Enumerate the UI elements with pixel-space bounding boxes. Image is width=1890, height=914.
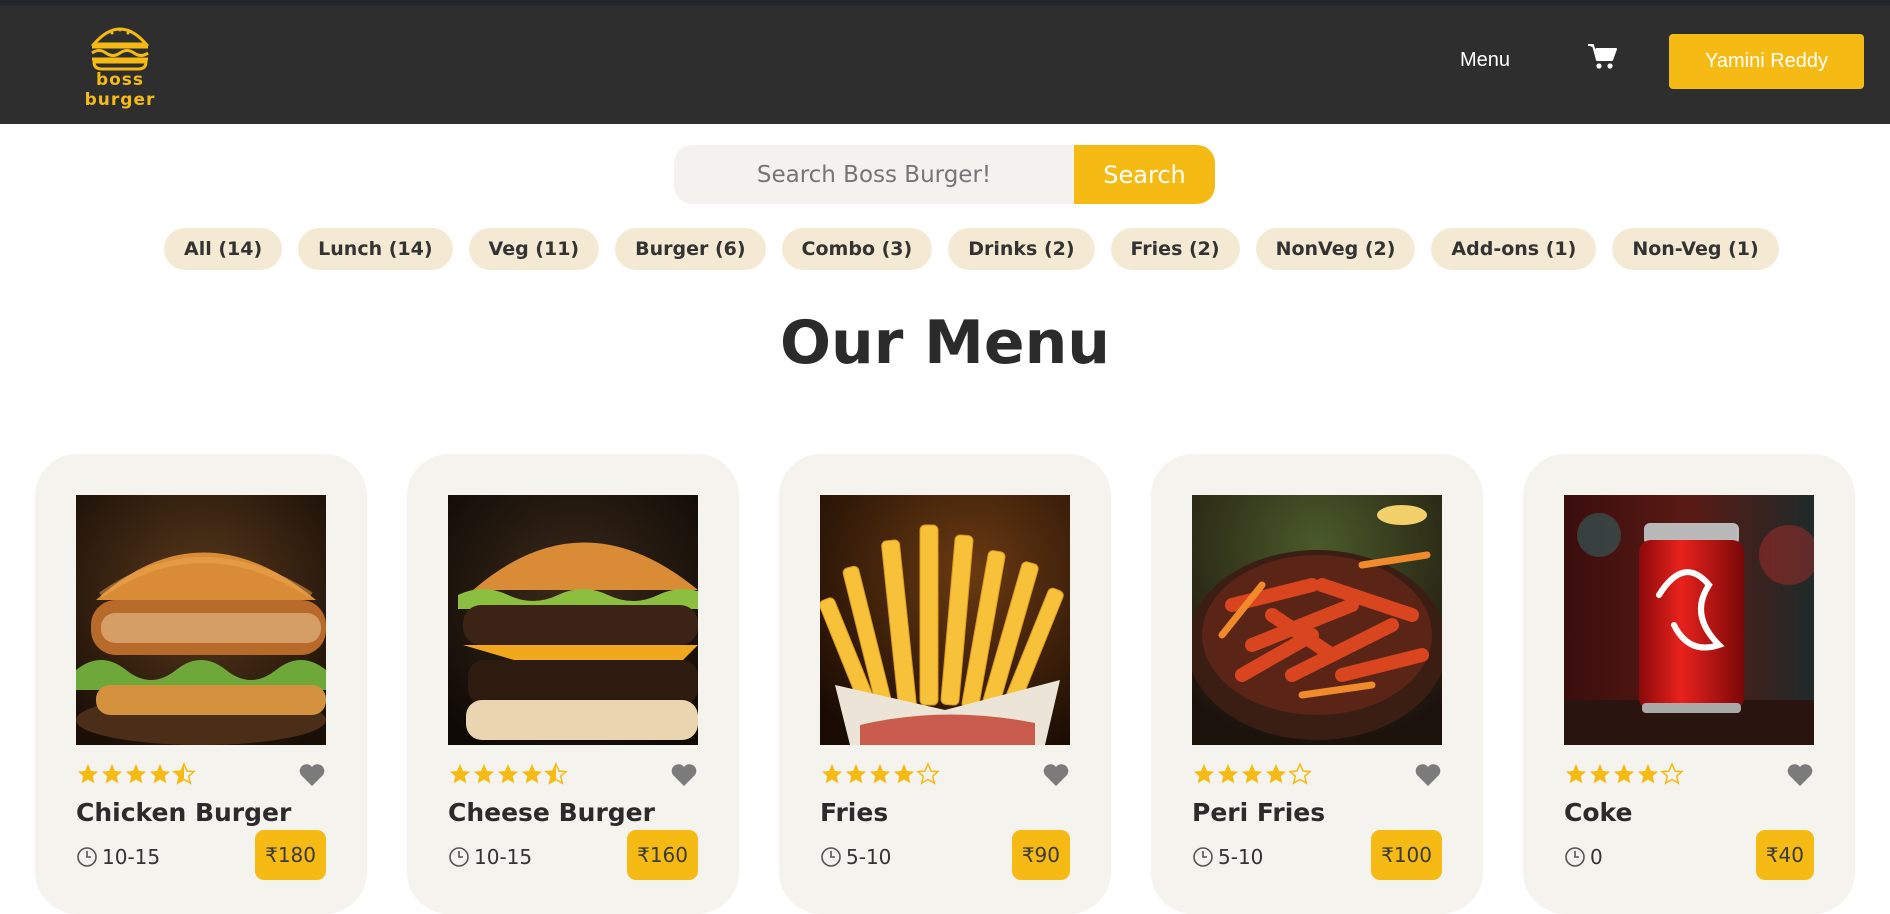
cart-icon[interactable] <box>1586 40 1618 72</box>
logo-text: boss burger <box>84 70 156 110</box>
filter-chips: All (14) Lunch (14) Veg (11) Burger (6) … <box>164 228 1779 270</box>
menu-card[interactable]: Cheese Burger 10-15 ₹160 <box>407 454 739 914</box>
menu-grid: Chicken Burger 10-15 ₹180 Cheese Burger … <box>35 454 1855 914</box>
favorite-heart-icon[interactable] <box>1786 762 1814 788</box>
rating-stars <box>76 762 196 786</box>
rating-stars <box>1564 762 1684 786</box>
star-rating-icon <box>450 762 568 785</box>
favorite-heart-icon[interactable] <box>1414 762 1442 788</box>
menu-card[interactable]: Fries 5-10 ₹90 <box>779 454 1111 914</box>
clock-icon <box>77 847 97 867</box>
menu-card[interactable]: Chicken Burger 10-15 ₹180 <box>35 454 367 914</box>
star-rating-icon <box>1194 762 1312 785</box>
food-image-cheese-burger <box>448 495 698 745</box>
header: boss burger Menu Yamini Reddy <box>0 6 1890 124</box>
food-image-peri-fries <box>1192 495 1442 745</box>
filter-chip-fries[interactable]: Fries (2) <box>1110 228 1240 270</box>
filter-chip-burger[interactable]: Burger (6) <box>615 228 766 270</box>
prep-time: 5-10 <box>1192 842 1263 872</box>
search-bar: Search <box>674 145 1215 204</box>
price-badge[interactable]: ₹100 <box>1371 830 1442 880</box>
rating-stars <box>1192 762 1312 786</box>
favorite-heart-icon[interactable] <box>298 762 326 788</box>
item-name: Coke <box>1564 798 1633 827</box>
star-rating-icon <box>1566 762 1684 785</box>
prep-time-value: 10-15 <box>474 845 533 869</box>
prep-time: 10-15 <box>448 842 532 872</box>
item-name: Peri Fries <box>1192 798 1326 827</box>
price-badge[interactable]: ₹180 <box>255 830 326 880</box>
search-button[interactable]: Search <box>1074 145 1215 204</box>
filter-chip-non-veg[interactable]: Non-Veg (1) <box>1612 228 1779 270</box>
prep-time: 10-15 <box>76 842 160 872</box>
price-badge[interactable]: ₹160 <box>627 830 698 880</box>
favorite-heart-icon[interactable] <box>670 762 698 788</box>
prep-time-value: 5-10 <box>1218 845 1264 869</box>
filter-chip-lunch[interactable]: Lunch (14) <box>298 228 453 270</box>
menu-card[interactable]: Coke 0 ₹40 <box>1523 454 1855 914</box>
clock-icon <box>1565 847 1585 867</box>
price-badge[interactable]: ₹40 <box>1755 830 1814 880</box>
rating-stars <box>448 762 568 786</box>
logo[interactable]: boss burger <box>60 16 180 110</box>
filter-chip-veg[interactable]: Veg (11) <box>468 228 600 270</box>
filter-chip-all[interactable]: All (14) <box>164 228 283 270</box>
search-input[interactable] <box>674 145 1074 204</box>
item-name: Cheese Burger <box>448 798 655 827</box>
nav-menu-link[interactable]: Menu <box>1460 42 1510 78</box>
favorite-heart-icon[interactable] <box>1042 762 1070 788</box>
clock-icon <box>1193 847 1213 867</box>
item-name: Chicken Burger <box>76 798 292 827</box>
rating-stars <box>820 762 940 786</box>
clock-icon <box>821 847 841 867</box>
filter-chip-addons[interactable]: Add-ons (1) <box>1431 228 1597 270</box>
burger-logo-icon <box>90 27 150 71</box>
user-profile-button[interactable]: Yamini Reddy <box>1669 34 1864 89</box>
item-name: Fries <box>820 798 889 827</box>
star-rating-icon <box>822 762 940 785</box>
food-image-fries <box>820 495 1070 745</box>
prep-time-value: 5-10 <box>846 845 892 869</box>
menu-card[interactable]: Peri Fries 5-10 ₹100 <box>1151 454 1483 914</box>
page-title: Our Menu <box>779 308 1111 378</box>
price-badge[interactable]: ₹90 <box>1011 830 1070 880</box>
filter-chip-drinks[interactable]: Drinks (2) <box>948 228 1095 270</box>
food-image-coke <box>1564 495 1814 745</box>
filter-chip-nonveg[interactable]: NonVeg (2) <box>1255 228 1416 270</box>
food-image-chicken-burger <box>76 495 326 745</box>
filter-chip-combo[interactable]: Combo (3) <box>781 228 933 270</box>
prep-time: 0 <box>1564 842 1603 872</box>
prep-time-value: 10-15 <box>102 845 161 869</box>
prep-time: 5-10 <box>820 842 891 872</box>
star-rating-icon <box>78 762 196 785</box>
prep-time-value: 0 <box>1590 845 1603 869</box>
clock-icon <box>449 847 469 867</box>
